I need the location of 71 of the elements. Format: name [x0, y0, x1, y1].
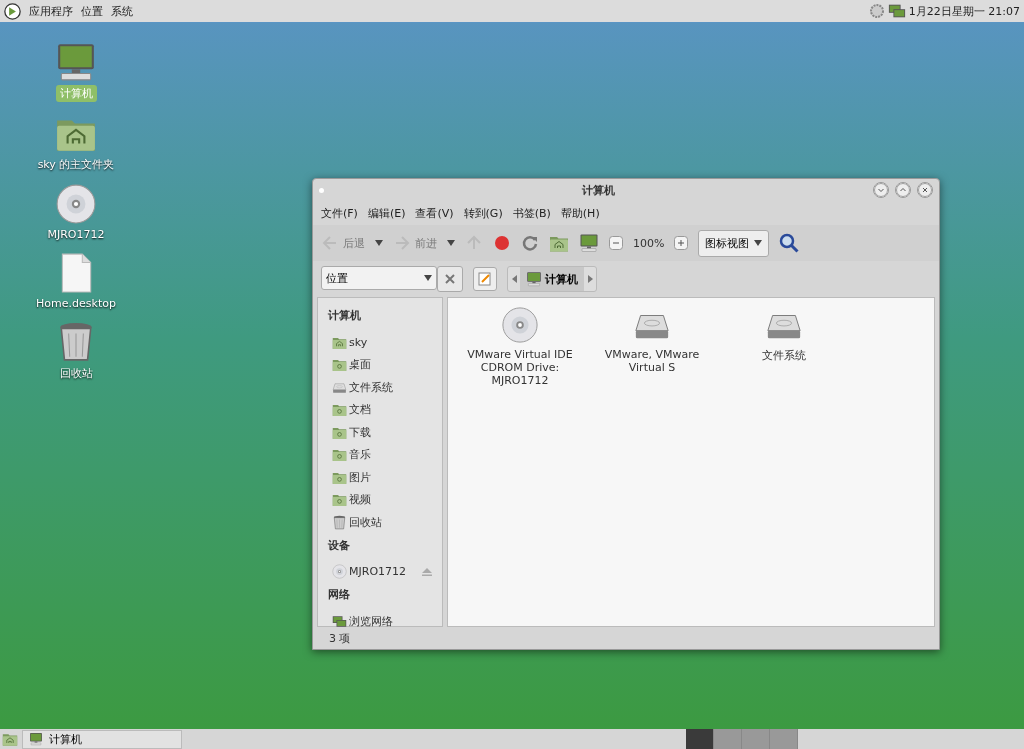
gear-icon[interactable] — [868, 3, 885, 19]
menu-item[interactable]: 编辑(E) — [367, 205, 406, 221]
sidebar-item[interactable]: 图片 — [349, 469, 371, 485]
workspace-button[interactable] — [686, 729, 714, 749]
file-label[interactable]: VMware Virtual IDE CDROM Drive: MJRO1712 — [458, 348, 582, 387]
places-dropdown[interactable]: 位置 — [321, 266, 437, 290]
caret-icon — [375, 240, 383, 246]
folder-icon — [332, 357, 347, 373]
sidebar-item[interactable]: 下载 — [349, 424, 371, 440]
folder-icon — [332, 447, 347, 463]
caret-icon — [424, 275, 432, 281]
sidebar-item[interactable]: sky — [349, 335, 368, 349]
menu-item[interactable]: 转到(G) — [463, 205, 503, 221]
eject-icon[interactable] — [422, 567, 432, 576]
panel-menu[interactable]: 应用程序 — [29, 3, 73, 19]
network-icon — [887, 2, 906, 20]
close-button[interactable] — [917, 182, 933, 198]
view-dropdown[interactable]: 图标视图 — [698, 229, 770, 257]
zoom-level: 100% — [633, 236, 665, 250]
computer-icon — [579, 233, 599, 253]
network-icon — [332, 613, 347, 629]
right-arrow-icon[interactable] — [587, 275, 593, 283]
maximize-button[interactable] — [895, 182, 911, 198]
disc-icon — [332, 564, 347, 580]
panel-menu[interactable]: 位置 — [81, 3, 103, 19]
sidebar-heading: 设备 — [328, 537, 351, 553]
sidebar-item[interactable]: 桌面 — [349, 357, 371, 373]
menu-item[interactable]: 文件(F) — [321, 205, 358, 221]
sidebar-item[interactable]: 音乐 — [349, 447, 371, 463]
sidebar-item[interactable]: 文件系统 — [349, 379, 393, 395]
file-label[interactable]: VMware, VMware Virtual S — [590, 348, 714, 374]
reload-icon[interactable] — [521, 234, 539, 252]
pencil-note-icon — [478, 272, 492, 286]
folder-icon — [332, 492, 347, 508]
logo-icon[interactable] — [4, 2, 21, 20]
sidebar-item[interactable]: 回收站 — [349, 514, 382, 530]
status-text: 3 项 — [329, 630, 351, 646]
breadcrumb[interactable]: 计算机 — [520, 267, 584, 291]
zoom-out-icon[interactable] — [609, 236, 623, 250]
sidebar-item[interactable]: 视频 — [349, 492, 371, 508]
window-title: 计算机 — [581, 182, 616, 198]
stop-icon[interactable] — [493, 234, 511, 252]
menu-item[interactable]: 查看(V) — [415, 205, 454, 221]
taskbar-window[interactable]: 计算机 — [22, 729, 182, 749]
close-icon[interactable] — [445, 274, 455, 284]
computer-icon — [29, 732, 43, 746]
sidebar-item[interactable]: MJRO1712 — [349, 565, 407, 579]
caret-icon — [447, 240, 455, 246]
panel-menu[interactable]: 系统 — [111, 3, 133, 19]
disc-icon — [501, 306, 539, 344]
caret-icon — [754, 240, 763, 246]
sidebar-heading: 计算机 — [328, 308, 362, 323]
home-folder-icon — [2, 731, 18, 747]
zoom-in-icon[interactable] — [674, 236, 689, 250]
sidebar-heading: 网络 — [328, 587, 351, 602]
folder-icon — [332, 402, 347, 418]
window-dot-icon — [319, 187, 324, 193]
menu-item[interactable]: 书签(B) — [512, 205, 551, 221]
computer-icon — [55, 41, 97, 83]
left-arrow-icon[interactable] — [511, 275, 517, 283]
trash-icon — [332, 514, 347, 530]
sidebar-item[interactable]: 浏览网络 — [349, 613, 393, 629]
file-label[interactable]: 文件系统 — [762, 348, 806, 363]
clock[interactable]: 1月22日星期一 21:07 — [908, 3, 1020, 19]
search-icon[interactable] — [779, 233, 800, 253]
sidebar-item[interactable]: 文档 — [349, 402, 371, 418]
menu-item[interactable]: 帮助(H) — [560, 205, 600, 221]
edit-location-button[interactable] — [473, 267, 497, 291]
disc-icon — [55, 183, 97, 225]
minimize-button[interactable] — [873, 182, 889, 198]
computer-icon — [526, 271, 542, 287]
